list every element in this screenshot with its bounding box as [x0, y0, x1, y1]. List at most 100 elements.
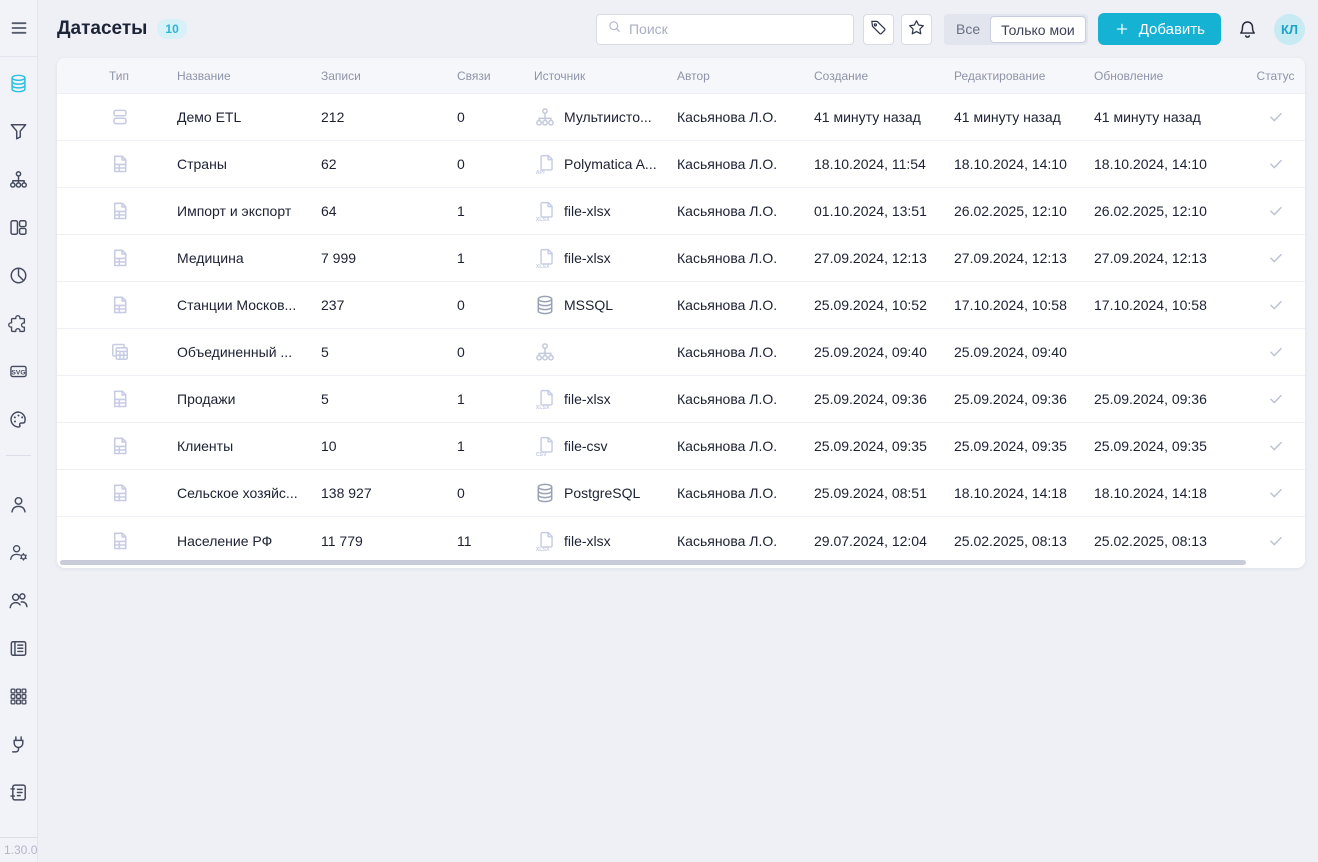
file-xlsx-icon: XLSX [534, 247, 556, 269]
records-count: 62 [321, 156, 457, 172]
table-row[interactable]: Клиенты101CSVfile-csvКасьянова Л.О.25.09… [57, 423, 1305, 470]
toggle-only-mine[interactable]: Только мои [990, 16, 1086, 43]
column-header-2: Название [177, 69, 321, 83]
updated-date: 41 минуту назад [1094, 109, 1246, 125]
updated-date: 26.02.2025, 12:10 [1094, 203, 1246, 219]
sidebar-item-charts[interactable] [7, 263, 31, 287]
records-count: 5 [321, 391, 457, 407]
source-cell: PostgreSQL [534, 482, 677, 504]
source-cell: APIPolymatica A... [534, 153, 677, 175]
source-cell: XLSXfile-xlsx [534, 200, 677, 222]
edited-date: 18.10.2024, 14:10 [954, 156, 1094, 172]
table-row[interactable]: Медицина7 9991XLSXfile-xlsxКасьянова Л.О… [57, 235, 1305, 282]
file-api-icon: API [534, 153, 556, 175]
search-input[interactable] [629, 21, 843, 37]
table-row[interactable]: Продажи51XLSXfile-xlsxКасьянова Л.О.25.0… [57, 376, 1305, 423]
dataset-count-badge: 10 [157, 19, 186, 39]
source-label: PostgreSQL [564, 485, 640, 501]
layout-icon [8, 217, 29, 238]
links-count: 0 [457, 344, 534, 360]
status-check-icon [1246, 484, 1305, 502]
add-dataset-button[interactable]: Добавить [1098, 13, 1221, 45]
main-area: Датасеты 10 Все Только мои Добавить КЛ Т… [38, 0, 1318, 862]
svg-text:XLSX: XLSX [536, 405, 550, 410]
dataset-type-file-icon [57, 200, 177, 222]
source-cell: XLSX file-xlsx [534, 530, 677, 552]
sidebar-item-plugins[interactable] [7, 311, 31, 335]
notifications-button[interactable] [1237, 19, 1258, 40]
updated-date: 17.10.2024, 10:58 [1094, 297, 1246, 313]
source-label: file-xlsx [564, 533, 611, 549]
dataset-name: Станции Москов... [177, 297, 321, 313]
edited-date: 17.10.2024, 10:58 [954, 297, 1094, 313]
source-label: file-xlsx [564, 391, 611, 407]
author: Касьянова Л.О. [677, 391, 814, 407]
add-dataset-label: Добавить [1139, 21, 1205, 38]
column-header-8: Редактирование [954, 69, 1094, 83]
edited-date: 26.02.2025, 12:10 [954, 203, 1094, 219]
palette-icon [8, 409, 29, 430]
horizontal-scrollbar-thumb[interactable] [60, 560, 1246, 565]
links-count: 1 [457, 391, 534, 407]
records-count: 10 [321, 438, 457, 454]
sidebar-item-modules[interactable] [7, 684, 31, 708]
records-count: 7 999 [321, 250, 457, 266]
links-count: 1 [457, 203, 534, 219]
table-row[interactable]: Демо ETL2120Мультиисто...Касьянова Л.О.4… [57, 94, 1305, 141]
sidebar-header [0, 0, 37, 57]
sidebar-item-datasets[interactable] [7, 71, 31, 95]
user-avatar[interactable]: КЛ [1274, 14, 1305, 45]
sidebar-item-user-settings[interactable] [7, 540, 31, 564]
column-header-7: Создание [814, 69, 954, 83]
dataset-type-file-icon [57, 294, 177, 316]
status-check-icon [1246, 108, 1305, 126]
sidebar-item-svg-editor[interactable]: SVG [7, 359, 31, 383]
source-cell: XLSXfile-xlsx [534, 247, 677, 269]
source-cell: Мультиисто... [534, 106, 677, 128]
file-xlsx-icon: XLSX [534, 530, 556, 552]
favorites-filter-button[interactable] [901, 14, 932, 45]
created-date: 41 минуту назад [814, 109, 954, 125]
table-row[interactable]: Население РФ11 77911XLSXfile-xlsxКасьяно… [57, 517, 1305, 564]
sidebar-item-journal[interactable] [7, 636, 31, 660]
sidebar-item-connections[interactable] [7, 732, 31, 756]
dataset-type-file-icon [57, 153, 177, 175]
sidebar-item-groups[interactable] [7, 588, 31, 612]
links-count: 11 [457, 533, 534, 549]
author: Касьянова Л.О. [677, 156, 814, 172]
search-icon [607, 19, 622, 39]
sidebar-item-profile[interactable] [7, 492, 31, 516]
status-check-icon [1246, 343, 1305, 361]
sidebar-item-logs[interactable] [7, 780, 31, 804]
table-row[interactable]: Импорт и экспорт641XLSXfile-xlsxКасьянов… [57, 188, 1305, 235]
topbar: Датасеты 10 Все Только мои Добавить КЛ [38, 0, 1318, 58]
hamburger-menu-button[interactable] [7, 16, 31, 40]
table-row[interactable]: Объединенный ...50Касьянова Л.О.25.09.20… [57, 329, 1305, 376]
pie-chart-icon [8, 265, 29, 286]
sidebar-item-etl[interactable] [7, 167, 31, 191]
source-cell: MSSQL [534, 294, 677, 316]
source-cell: XLSX file-xlsx [534, 388, 677, 410]
author: Касьянова Л.О. [677, 297, 814, 313]
table-row[interactable]: Страны620APIPolymatica A...Касьянова Л.О… [57, 141, 1305, 188]
sidebar-item-filters[interactable] [7, 119, 31, 143]
author: Касьянова Л.О. [677, 250, 814, 266]
topbar-controls: Все Только мои Добавить КЛ [596, 13, 1305, 45]
star-icon [907, 18, 926, 40]
table-row[interactable]: Станции Москов...2370MSSQLКасьянова Л.О.… [57, 282, 1305, 329]
table-header-row: ТипНазваниеЗаписиСвязиИсточникАвторСозда… [57, 58, 1305, 94]
links-count: 0 [457, 109, 534, 125]
status-check-icon [1246, 155, 1305, 173]
sidebar-item-dashboards[interactable] [7, 215, 31, 239]
sidebar-divider [6, 455, 31, 456]
created-date: 25.09.2024, 08:51 [814, 485, 954, 501]
status-check-icon [1246, 202, 1305, 220]
status-check-icon [1246, 437, 1305, 455]
dataset-type-file-icon [57, 435, 177, 457]
svg-text:SVG: SVG [11, 369, 25, 376]
toggle-all[interactable]: Все [946, 16, 990, 43]
table-row[interactable]: Сельское хозяйс...138 9270PostgreSQLКась… [57, 470, 1305, 517]
sidebar-item-palette[interactable] [7, 407, 31, 431]
multisource-icon [534, 106, 556, 128]
tags-filter-button[interactable] [863, 14, 894, 45]
